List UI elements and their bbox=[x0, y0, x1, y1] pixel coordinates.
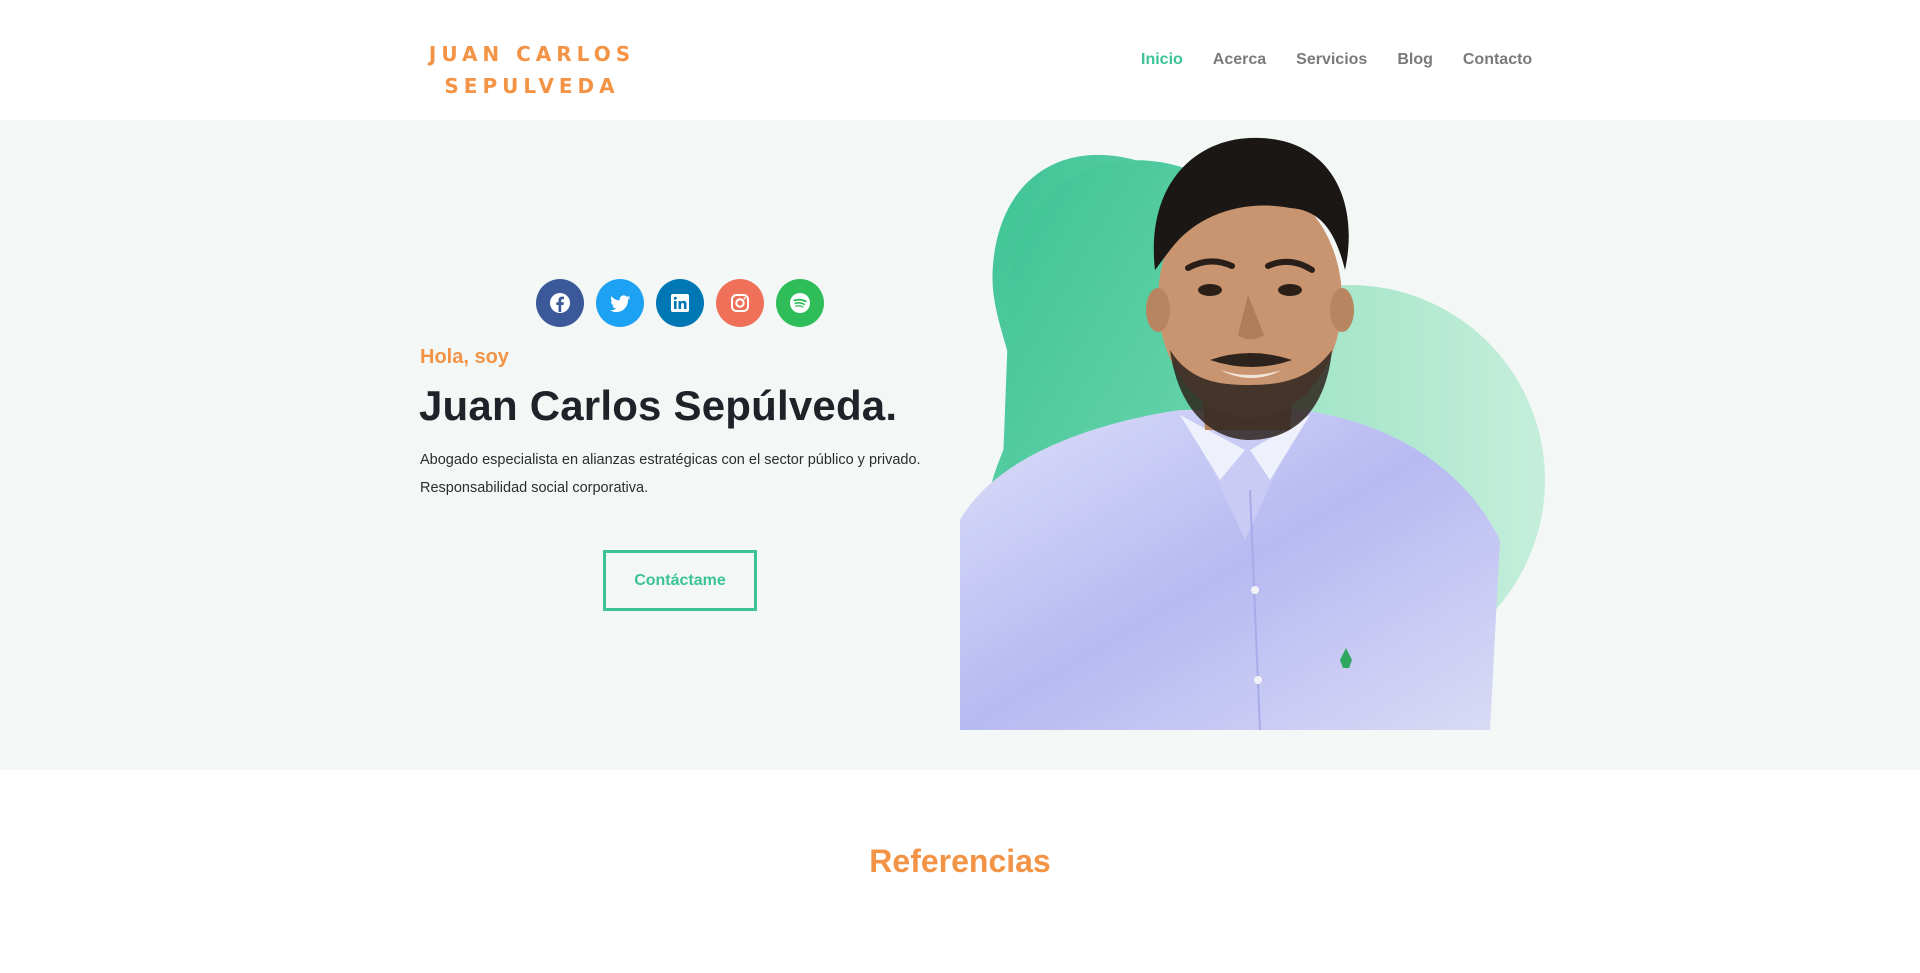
site-header: JUAN CARLOS SEPULVEDA Inicio Acerca Serv… bbox=[0, 0, 1920, 120]
instagram-link[interactable] bbox=[716, 279, 764, 327]
contact-button[interactable]: Contáctame bbox=[603, 550, 757, 611]
logo-line-2: SEPULVEDA bbox=[444, 74, 620, 98]
nav-item-blog[interactable]: Blog bbox=[1397, 48, 1433, 72]
hero-greeting: Hola, soy bbox=[420, 346, 509, 368]
nav-item-inicio[interactable]: Inicio bbox=[1141, 48, 1183, 72]
main-nav: Inicio Acerca Servicios Blog Contacto bbox=[1141, 48, 1532, 72]
linkedin-icon bbox=[671, 294, 689, 312]
facebook-link[interactable] bbox=[536, 279, 584, 327]
spotify-icon bbox=[790, 293, 810, 313]
hero-description-line-1: Abogado especialista en alianzas estraté… bbox=[420, 452, 921, 468]
facebook-icon bbox=[550, 293, 570, 313]
hero-description: Abogado especialista en alianzas estraté… bbox=[420, 446, 940, 502]
references-title: Referencias bbox=[869, 843, 1051, 879]
twitter-link[interactable] bbox=[596, 279, 644, 327]
spotify-link[interactable] bbox=[776, 279, 824, 327]
nav-item-servicios[interactable]: Servicios bbox=[1296, 48, 1367, 72]
social-links bbox=[536, 279, 824, 327]
nav-item-contacto[interactable]: Contacto bbox=[1463, 48, 1532, 72]
site-logo[interactable]: JUAN CARLOS SEPULVEDA bbox=[417, 38, 647, 102]
hero-description-line-2: Responsabilidad social corporativa. bbox=[420, 480, 649, 496]
portrait-illustration bbox=[960, 137, 1545, 730]
linkedin-link[interactable] bbox=[656, 279, 704, 327]
logo-line-1: JUAN CARLOS bbox=[428, 42, 636, 66]
instagram-icon bbox=[731, 294, 749, 312]
hero-section: Hola, soy Juan Carlos Sepúlveda. Abogado… bbox=[0, 120, 1920, 770]
hero-name: Juan Carlos Sepúlveda. bbox=[419, 382, 898, 429]
twitter-icon bbox=[610, 295, 630, 313]
nav-item-acerca[interactable]: Acerca bbox=[1213, 48, 1266, 72]
